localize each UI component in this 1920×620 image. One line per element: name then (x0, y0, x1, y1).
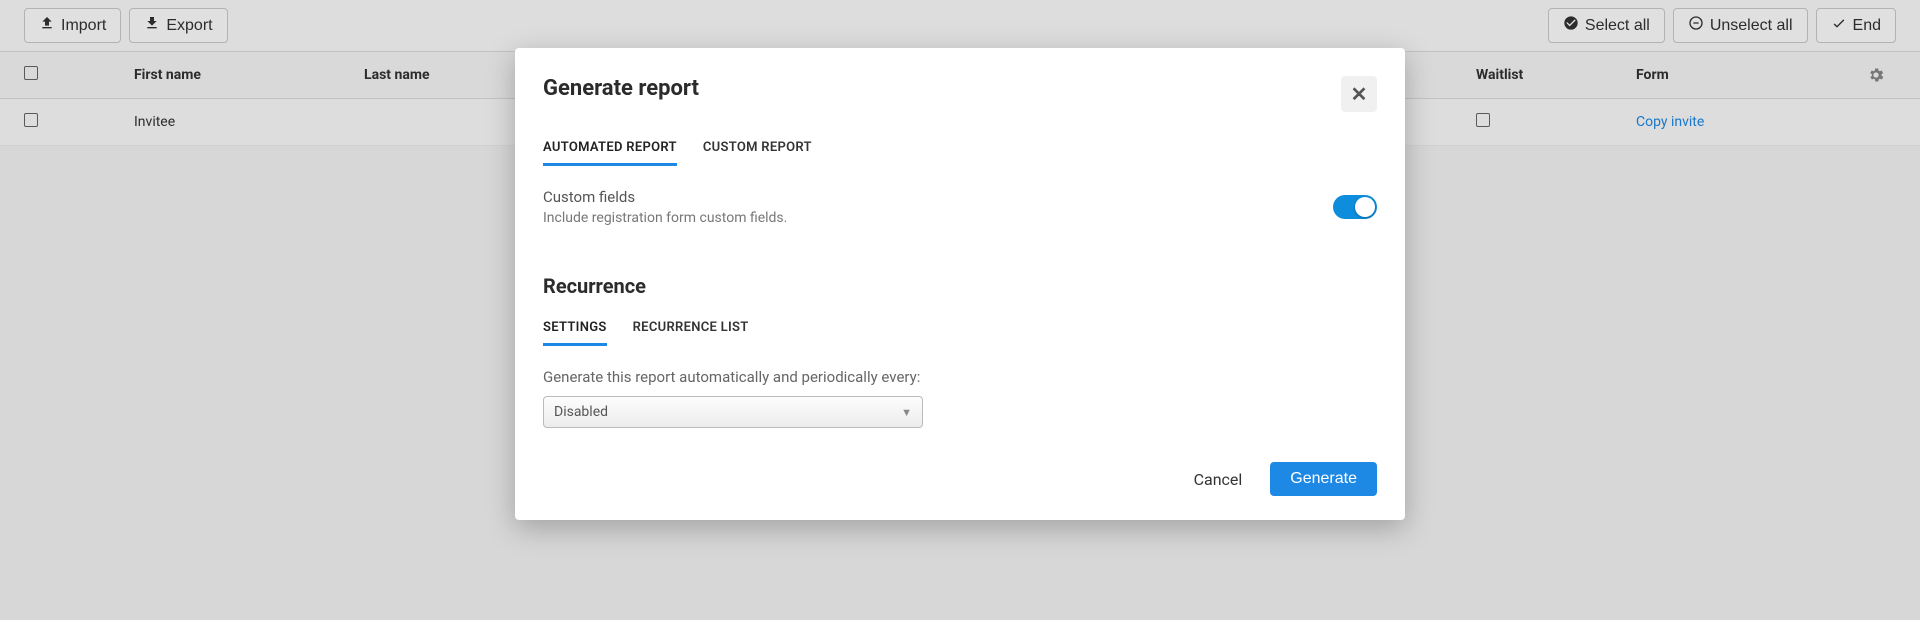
tab-recurrence-list[interactable]: RECURRENCE LIST (633, 320, 749, 346)
cancel-button[interactable]: Cancel (1194, 470, 1243, 489)
tab-custom-report[interactable]: CUSTOM REPORT (703, 140, 812, 166)
recurrence-label: Generate this report automatically and p… (543, 368, 1377, 386)
recurrence-select[interactable]: Disabled ▼ (543, 396, 923, 428)
generate-report-modal: Generate report ✕ AUTOMATED REPORT CUSTO… (515, 48, 1405, 520)
toggle-knob (1355, 197, 1375, 217)
tab-automated-report[interactable]: AUTOMATED REPORT (543, 140, 677, 166)
tab-settings[interactable]: SETTINGS (543, 320, 607, 346)
close-icon: ✕ (1351, 82, 1368, 106)
modal-overlay: Generate report ✕ AUTOMATED REPORT CUSTO… (0, 0, 1920, 620)
close-button[interactable]: ✕ (1341, 76, 1377, 112)
custom-fields-row: Custom fields Include registration form … (543, 188, 1377, 226)
modal-footer: Cancel Generate (543, 462, 1377, 496)
custom-fields-text: Custom fields Include registration form … (543, 188, 787, 226)
custom-fields-toggle[interactable] (1333, 195, 1377, 219)
generate-button[interactable]: Generate (1270, 462, 1377, 496)
chevron-down-icon: ▼ (901, 406, 912, 419)
custom-fields-desc: Include registration form custom fields. (543, 210, 787, 226)
recurrence-tabs: SETTINGS RECURRENCE LIST (543, 320, 1377, 346)
recurrence-select-value: Disabled (554, 404, 608, 420)
modal-header: Generate report ✕ (543, 76, 1377, 112)
report-type-tabs: AUTOMATED REPORT CUSTOM REPORT (543, 140, 1377, 166)
recurrence-title: Recurrence (543, 274, 1377, 298)
custom-fields-title: Custom fields (543, 188, 787, 206)
modal-title: Generate report (543, 76, 699, 101)
